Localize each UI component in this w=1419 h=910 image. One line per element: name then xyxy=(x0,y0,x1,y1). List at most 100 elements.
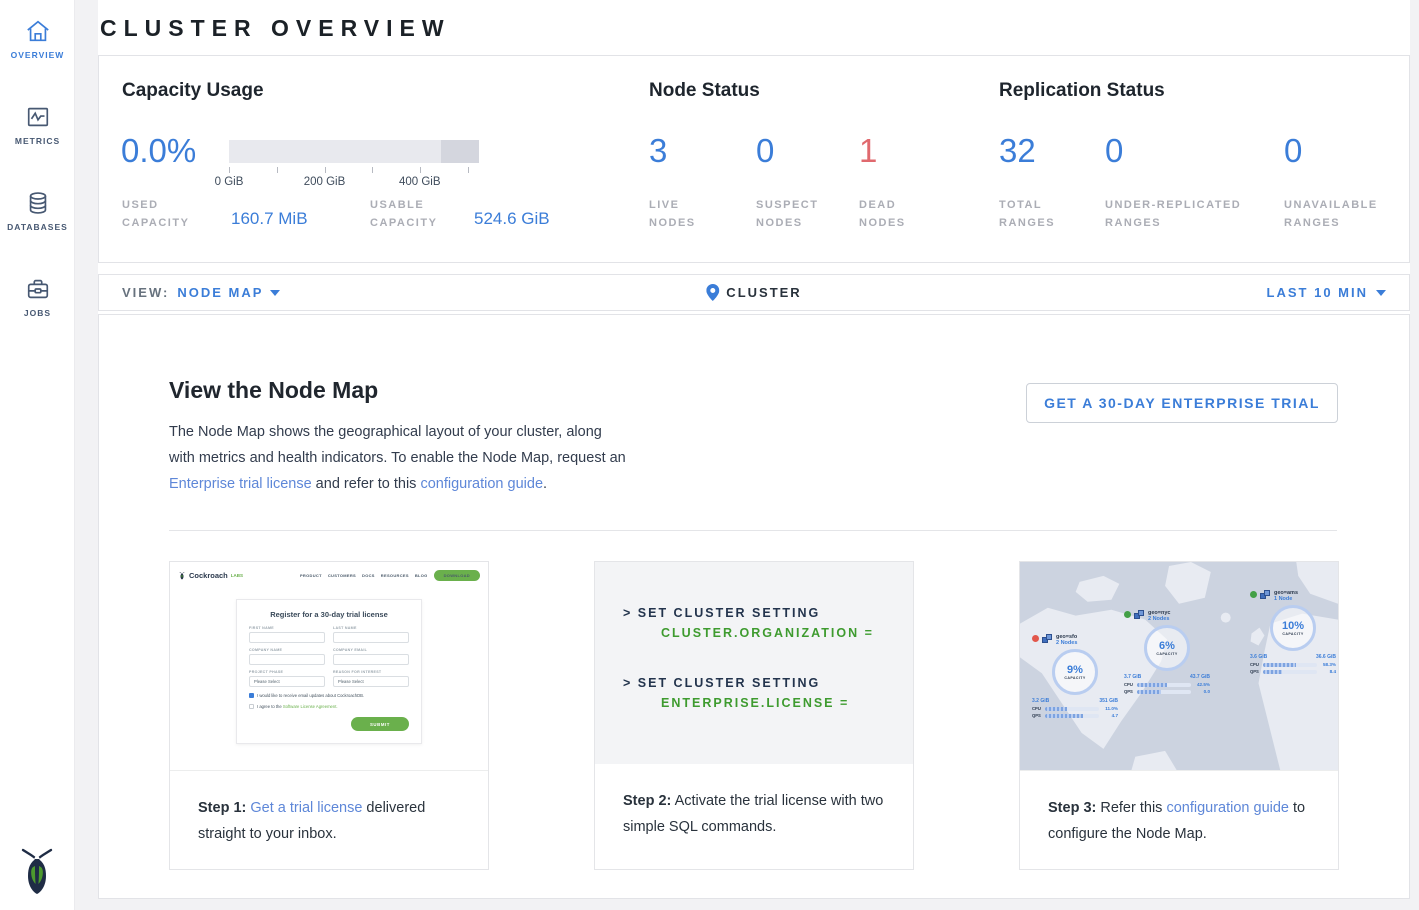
nodes-icon xyxy=(1260,590,1271,600)
nodes-icon xyxy=(1042,634,1053,644)
trial-registration-screenshot: Cockroach LABS PRODUCT CUSTOMERS DOCS RE… xyxy=(170,562,488,771)
capacity-bar xyxy=(229,140,479,163)
sidebar-item-label: METRICS xyxy=(0,136,75,146)
time-range-value: LAST 10 MIN xyxy=(1267,285,1368,300)
form-title: Register for a 30-day trial license xyxy=(249,610,409,619)
used-capacity-label: USED CAPACITY xyxy=(122,196,214,232)
nav-item: RESOURCES xyxy=(381,573,409,578)
qps-label: QPS xyxy=(1032,713,1042,718)
site-nav: PRODUCT CUSTOMERS DOCS RESOURCES BLOG DO… xyxy=(300,570,480,581)
get-trial-license-link[interactable]: Get a trial license xyxy=(250,800,362,816)
sql-commands-illustration: > SET CLUSTER SETTING CLUSTER.ORGANIZATI… xyxy=(595,562,913,764)
nav-item: BLOG xyxy=(415,573,428,578)
view-bar: VIEW: NODE MAP CLUSTER LAST 10 MIN xyxy=(98,274,1410,311)
total-ranges-label: TOTAL RANGES xyxy=(999,196,1079,232)
submit-button: SUBMIT xyxy=(351,717,409,731)
databases-icon xyxy=(25,190,51,216)
select-input: Please Select xyxy=(249,676,325,687)
usable-value: 43.7 GiB xyxy=(1190,674,1210,680)
healthy-badge-icon xyxy=(1250,591,1257,598)
cpu-value: 42.5% xyxy=(1194,682,1210,687)
field-label: PROJECT PHASE xyxy=(249,670,325,674)
node-map-location-nyc: geo=nyc 2 Nodes 6% CAPACITY 3.7 GiB43.7 … xyxy=(1124,610,1210,694)
axis-tick-label: 200 GiB xyxy=(304,176,346,188)
description-text: The Node Map shows the geographical layo… xyxy=(169,424,626,466)
sidebar-item-overview[interactable]: OVERVIEW xyxy=(0,0,75,60)
usable-value: 351 GiB xyxy=(1099,698,1118,704)
used-value: 3.7 GiB xyxy=(1124,674,1141,680)
usable-capacity-value: 524.6 GiB xyxy=(474,209,550,229)
step2-card: > SET CLUSTER SETTING CLUSTER.ORGANIZATI… xyxy=(594,561,914,870)
step-prefix: Step 3: xyxy=(1048,800,1096,816)
brand-suffix: LABS xyxy=(231,573,243,578)
sql-setting: CLUSTER.ORGANIZATION = xyxy=(661,626,913,640)
metrics-icon xyxy=(25,104,51,130)
breadcrumb-label: CLUSTER xyxy=(726,285,801,300)
sidebar-item-jobs[interactable]: JOBS xyxy=(0,258,75,318)
sidebar-item-databases[interactable]: DATABASES xyxy=(0,172,75,232)
sidebar-item-label: JOBS xyxy=(0,308,75,318)
under-replicated-ranges-value: 0 xyxy=(1105,132,1123,170)
capacity-label: CAPACITY xyxy=(1156,652,1177,656)
step-text: Refer this xyxy=(1096,800,1166,816)
breadcrumb[interactable]: CLUSTER xyxy=(706,284,801,301)
dead-nodes-value: 1 xyxy=(859,132,877,170)
text-input xyxy=(249,654,325,665)
checkbox-unchecked xyxy=(249,704,254,709)
node-status-title: Node Status xyxy=(649,80,760,102)
location-pin-icon xyxy=(706,284,719,301)
qps-value: 8.4 xyxy=(1320,669,1336,674)
cpu-value: 58.3% xyxy=(1320,662,1336,667)
sidebar-item-metrics[interactable]: METRICS xyxy=(0,86,75,146)
view-label: VIEW: xyxy=(122,285,169,300)
replication-status-title: Replication Status xyxy=(999,80,1165,102)
cpu-label: CPU xyxy=(1250,662,1260,667)
usable-value: 36.6 GiB xyxy=(1316,654,1336,660)
nav-item: DOCS xyxy=(362,573,375,578)
brand-name: Cockroach xyxy=(189,571,228,580)
configuration-guide-link[interactable]: configuration guide xyxy=(1166,800,1289,816)
under-replicated-ranges-label: UNDER-REPLICATED RANGES xyxy=(1105,196,1267,232)
alert-badge-icon xyxy=(1032,635,1039,642)
step2-caption: Step 2: Activate the trial license with … xyxy=(595,764,913,840)
live-nodes-value: 3 xyxy=(649,132,667,170)
cpu-value: 11.0% xyxy=(1102,706,1118,711)
checkbox-checked xyxy=(249,693,254,698)
used-capacity-value: 160.7 MiB xyxy=(231,209,308,229)
license-agreement-link: Software License Agreement. xyxy=(283,704,338,709)
node-map-location-sfo: geo=sfo 2 Nodes 9% CAPACITY 3.2 GiB351 G… xyxy=(1032,634,1118,718)
enterprise-trial-license-link[interactable]: Enterprise trial license xyxy=(169,476,312,492)
nodes-icon xyxy=(1134,610,1145,620)
step1-card: Cockroach LABS PRODUCT CUSTOMERS DOCS RE… xyxy=(169,561,489,870)
used-value: 3.6 GiB xyxy=(1250,654,1267,660)
time-range-selector[interactable]: LAST 10 MIN xyxy=(1267,285,1386,300)
dead-nodes-label: DEAD NODES xyxy=(859,196,939,232)
sql-setting: ENTERPRISE.LICENSE = xyxy=(661,696,913,710)
healthy-badge-icon xyxy=(1124,611,1131,618)
get-enterprise-trial-button[interactable]: GET A 30-DAY ENTERPRISE TRIAL xyxy=(1026,383,1338,423)
step-prefix: Step 2: xyxy=(623,793,671,809)
field-label: LAST NAME xyxy=(333,626,409,630)
configuration-guide-link[interactable]: configuration guide xyxy=(420,476,543,492)
field-label: FIRST NAME xyxy=(249,626,325,630)
field-label: REASON FOR INTEREST xyxy=(333,670,409,674)
cpu-label: CPU xyxy=(1124,682,1134,687)
nav-item: PRODUCT xyxy=(300,573,322,578)
capacity-ring: 10% CAPACITY xyxy=(1270,605,1316,651)
usable-capacity-label: USABLE CAPACITY xyxy=(370,196,462,232)
section-description: The Node Map shows the geographical layo… xyxy=(169,419,627,497)
content-area: CLUSTER OVERVIEW Capacity Usage 0.0% 0 G… xyxy=(98,0,1410,899)
total-ranges-value: 32 xyxy=(999,132,1036,170)
axis-tick-label: 0 GiB xyxy=(215,176,244,188)
home-icon xyxy=(25,18,51,44)
page-title: CLUSTER OVERVIEW xyxy=(98,0,1410,42)
text-input xyxy=(333,632,409,643)
node-count: 2 Nodes xyxy=(1148,616,1170,622)
nav-item: CUSTOMERS xyxy=(328,573,356,578)
step-prefix: Step 1: xyxy=(198,800,246,816)
qps-value: 0.0 xyxy=(1194,689,1210,694)
unavailable-ranges-label: UNAVAILABLE RANGES xyxy=(1284,196,1396,232)
qps-label: QPS xyxy=(1250,669,1260,674)
view-selector[interactable]: NODE MAP xyxy=(177,285,280,300)
capacity-label: CAPACITY xyxy=(1282,632,1303,636)
